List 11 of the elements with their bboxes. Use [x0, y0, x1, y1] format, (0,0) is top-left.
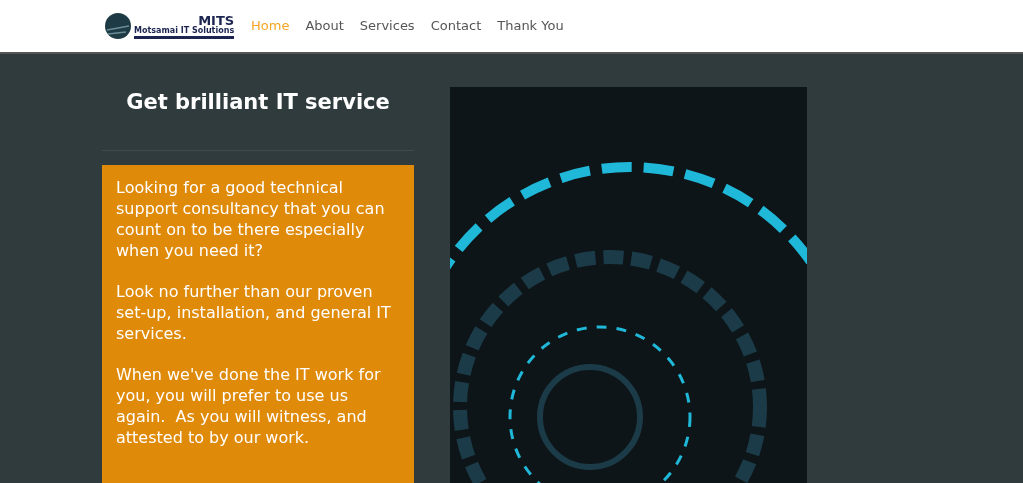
paragraph: When we've done the IT work for you, you will prefer to use us again. As you will witness, and attested to by our work.: [116, 364, 382, 448]
paragraph: Looking for a good technical support consultancy that you can count on to be there especially when you need it?: [116, 177, 386, 261]
nav-link[interactable]: Contact: [430, 16, 482, 36]
nav-link[interactable]: Thank You: [497, 16, 564, 36]
logo[interactable]: MITS Motsamai IT Solutions: [104, 12, 236, 40]
nav-link[interactable]: About: [305, 16, 344, 36]
paragraph: Look no further than our proven set-up, installation, and general IT services.: [116, 281, 392, 344]
logo-subtitle: Motsamai IT Solutions: [134, 26, 235, 35]
nav-link[interactable]: Services: [359, 16, 415, 36]
logo-title: MITS: [198, 13, 235, 27]
hero-heading: Get brilliant IT service: [125, 89, 391, 116]
